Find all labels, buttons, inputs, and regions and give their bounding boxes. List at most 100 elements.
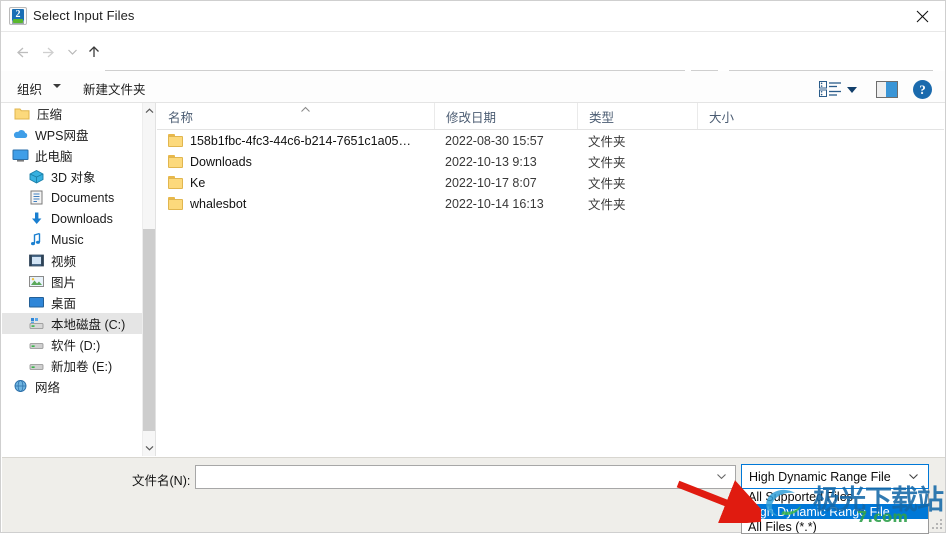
file-list-pane[interactable]: 名称 修改日期 类型 大小 158b1fbc-4fc3-44c6-b214-76… <box>157 103 944 456</box>
column-header-size[interactable]: 大小 <box>697 103 817 129</box>
file-date-cell: 2022-08-30 15:57 <box>445 133 544 148</box>
filename-combo[interactable] <box>195 465 736 489</box>
chevron-down-icon[interactable] <box>716 472 727 483</box>
cloud-icon <box>12 127 29 143</box>
table-row[interactable]: 158b1fbc-4fc3-44c6-b214-7651c1a05… 2022-… <box>157 130 944 151</box>
sidebar-item-network[interactable]: 网络 <box>2 376 155 397</box>
table-row[interactable]: Ke 2022-10-17 8:07 文件夹 <box>157 172 944 193</box>
sidebar-item-desktop[interactable]: 桌面 <box>2 292 155 313</box>
column-header-label: 类型 <box>589 110 615 125</box>
preview-pane-button[interactable] <box>876 81 898 98</box>
sidebar-scrollbar-thumb[interactable] <box>143 229 155 431</box>
filetype-combo[interactable]: High Dynamic Range File <box>741 464 929 489</box>
forward-button[interactable] <box>37 41 59 63</box>
table-row[interactable]: whalesbot 2022-10-14 16:13 文件夹 <box>157 193 944 214</box>
table-row[interactable]: Downloads 2022-10-13 9:13 文件夹 <box>157 151 944 172</box>
file-rows: 158b1fbc-4fc3-44c6-b214-7651c1a05… 2022-… <box>157 130 944 214</box>
file-name-cell: 158b1fbc-4fc3-44c6-b214-7651c1a05… <box>157 134 434 148</box>
chevron-down-icon[interactable] <box>53 84 61 88</box>
file-type-cell: 文件夹 <box>588 177 626 191</box>
filetype-option-high-dynamic-range[interactable]: High Dynamic Range File <box>742 504 928 519</box>
local-disk-icon <box>28 316 45 332</box>
filename-input[interactable] <box>200 469 709 485</box>
chevron-down-icon[interactable] <box>847 87 857 93</box>
organize-button[interactable]: 组织 <box>17 79 42 98</box>
file-type-cell: 文件夹 <box>588 156 626 170</box>
help-icon: ? <box>919 81 926 97</box>
arrow-up-icon <box>89 46 99 57</box>
column-header-row: 名称 修改日期 类型 大小 <box>157 103 944 130</box>
scroll-up-button[interactable] <box>143 103 155 119</box>
sidebar-item-documents[interactable]: Documents <box>2 187 155 208</box>
close-button[interactable] <box>899 1 945 31</box>
sidebar-item-drive-e[interactable]: 新加卷 (E:) <box>2 355 155 376</box>
view-layout-button[interactable] <box>819 81 843 97</box>
file-name-cell: Ke <box>157 176 434 190</box>
network-icon <box>12 379 29 395</box>
sidebar-item-label: 网络 <box>35 381 61 395</box>
filetype-selected-label: High Dynamic Range File <box>749 469 891 484</box>
sidebar-item-label: Downloads <box>51 211 113 226</box>
file-date-cell: 2022-10-17 8:07 <box>445 175 537 190</box>
chevron-up-icon <box>145 108 153 114</box>
help-button[interactable]: ? <box>913 80 932 99</box>
sidebar-item-drive-d[interactable]: 软件 (D:) <box>2 334 155 355</box>
sidebar-item-label: 软件 (D:) <box>51 339 101 353</box>
sidebar-item-local-disk-c[interactable]: 本地磁盘 (C:) <box>2 313 155 334</box>
sidebar-scrollbar[interactable] <box>142 103 155 456</box>
up-button[interactable] <box>83 41 105 63</box>
column-header-label: 名称 <box>168 110 194 125</box>
sidebar-item-label: 本地磁盘 (C:) <box>51 318 126 332</box>
column-header-label: 大小 <box>709 110 735 125</box>
file-name-cell: whalesbot <box>157 197 434 211</box>
file-name-label: Downloads <box>190 154 252 169</box>
sidebar-item-videos[interactable]: 视频 <box>2 250 155 271</box>
drive-icon <box>28 358 45 374</box>
navigation-pane[interactable]: 压缩 WPS网盘 此电脑 3D 对象 Documents Downloads M… <box>2 103 155 456</box>
desktop-icon <box>28 295 45 311</box>
music-icon <box>28 232 45 248</box>
sidebar-item-compressed[interactable]: 压缩 <box>2 103 155 124</box>
sidebar-item-pictures[interactable]: 图片 <box>2 271 155 292</box>
downloads-icon <box>28 211 45 227</box>
sidebar-item-3d-objects[interactable]: 3D 对象 <box>2 166 155 187</box>
file-date-cell: 2022-10-14 16:13 <box>445 196 544 211</box>
title-bar: 2 Select Input Files <box>1 1 945 32</box>
filename-label: 文件名(N): <box>132 474 191 488</box>
sidebar-item-label: 压缩 <box>37 108 63 122</box>
sidebar-item-wps-cloud[interactable]: WPS网盘 <box>2 124 155 145</box>
command-bar: 组织 新建文件夹 <box>1 71 945 103</box>
column-header-type[interactable]: 类型 <box>577 103 697 129</box>
chevron-down-icon[interactable] <box>908 472 919 483</box>
resize-grip[interactable] <box>931 518 942 529</box>
scroll-down-button[interactable] <box>143 440 155 456</box>
pane-splitter[interactable] <box>155 103 156 456</box>
chevron-down-icon <box>67 49 77 55</box>
filetype-option-all-files[interactable]: All Files (*.*) <box>742 519 928 534</box>
back-button[interactable] <box>11 41 33 63</box>
cube-icon <box>28 169 45 185</box>
sidebar-item-downloads[interactable]: Downloads <box>2 208 155 229</box>
app-icon: 2 <box>9 7 27 25</box>
filetype-dropdown-list[interactable]: All Supported Files High Dynamic Range F… <box>741 489 929 534</box>
sidebar-item-this-pc[interactable]: 此电脑 <box>2 145 155 166</box>
filetype-option-all-supported[interactable]: All Supported Files <box>742 489 928 504</box>
file-name-label: 158b1fbc-4fc3-44c6-b214-7651c1a05… <box>190 133 411 148</box>
file-type-cell: 文件夹 <box>588 135 626 149</box>
file-name-label: whalesbot <box>190 196 247 211</box>
sidebar-item-label: 新加卷 (E:) <box>51 360 113 374</box>
recent-locations-button[interactable] <box>61 41 83 63</box>
pictures-icon <box>28 274 45 290</box>
sidebar-item-music[interactable]: Music <box>2 229 155 250</box>
file-name-label: Ke <box>190 175 206 190</box>
column-header-name[interactable]: 名称 <box>157 103 434 129</box>
sidebar-item-label: Documents <box>51 190 115 205</box>
column-header-date[interactable]: 修改日期 <box>434 103 577 129</box>
folder-icon <box>14 106 31 122</box>
new-folder-button[interactable]: 新建文件夹 <box>83 79 146 98</box>
close-icon <box>916 10 928 22</box>
sidebar-item-label: 视频 <box>51 255 77 269</box>
navigation-bar: › 此电脑 › 本地磁盘 (C:) › blob_storage › <box>1 32 945 94</box>
file-date-cell: 2022-10-13 9:13 <box>445 154 537 169</box>
file-type-cell: 文件夹 <box>588 198 626 212</box>
